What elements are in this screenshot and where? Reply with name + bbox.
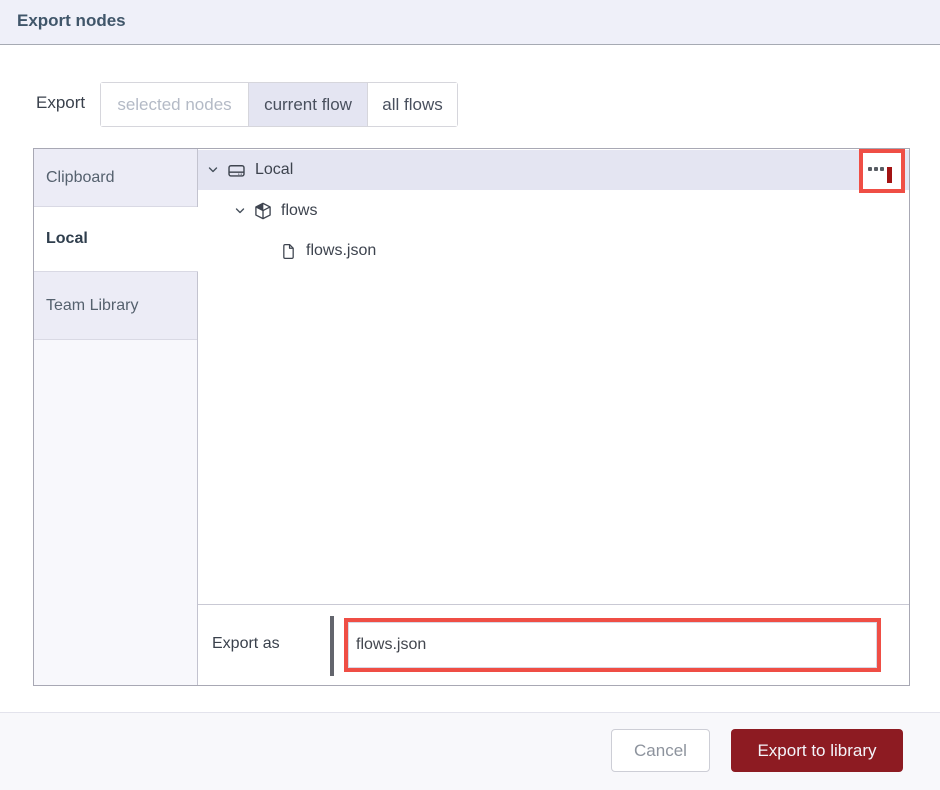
sidebar-tab-label: Local — [46, 230, 88, 247]
tree-row-label: flows — [281, 202, 318, 219]
file-icon — [280, 243, 297, 260]
filename-input[interactable] — [348, 622, 877, 668]
red-bar-indicator — [887, 167, 892, 183]
filename-input-left-edge — [330, 616, 334, 676]
sidebar-tab-team-library[interactable]: Team Library — [34, 272, 197, 340]
library-menu-button[interactable] — [863, 153, 901, 189]
tree-row-flows[interactable]: flows — [198, 193, 909, 229]
export-to-library-button[interactable]: Export to library — [731, 729, 903, 772]
scope-selected-nodes-button[interactable]: selected nodes — [101, 83, 248, 126]
library-tree: Local flows flows.json Export as flows.j… — [198, 149, 909, 685]
dialog-footer: Cancel Export to library — [0, 712, 940, 790]
export-scope-group: selected nodes current flow all flows — [100, 82, 458, 127]
annotation-highlight-filename — [344, 618, 881, 672]
tree-row-flows-json[interactable]: flows.json — [198, 233, 909, 269]
tree-row-local[interactable]: Local — [198, 149, 909, 193]
ellipsis-icon — [868, 167, 884, 171]
export-as-label: Export as — [212, 635, 280, 652]
sidebar-tab-label: Team Library — [46, 296, 139, 314]
dialog-header: Export nodes — [0, 0, 940, 45]
sidebar-tab-label: Clipboard — [46, 168, 115, 186]
export-as-row: Export as — [198, 604, 909, 685]
hard-drive-icon — [227, 161, 246, 180]
annotation-highlight-menu — [859, 149, 905, 193]
chevron-down-icon[interactable] — [234, 205, 246, 217]
scope-all-flows-button[interactable]: all flows — [367, 83, 457, 126]
sidebar-tab-clipboard[interactable]: Clipboard — [34, 149, 197, 207]
tree-row-label: flows.json — [306, 242, 377, 259]
library-sidebar: Clipboard Local Team Library — [34, 149, 198, 685]
sidebar-tab-local[interactable]: Local — [34, 207, 198, 272]
dialog-title: Export nodes — [17, 11, 126, 30]
cancel-button[interactable]: Cancel — [611, 729, 710, 772]
export-scope-label: Export — [36, 93, 86, 112]
chevron-down-icon[interactable] — [207, 164, 219, 176]
tree-row-label: Local — [255, 161, 294, 178]
scope-current-flow-button[interactable]: current flow — [248, 83, 367, 126]
package-icon — [254, 202, 272, 220]
library-browser: Clipboard Local Team Library Local flows… — [33, 148, 910, 686]
